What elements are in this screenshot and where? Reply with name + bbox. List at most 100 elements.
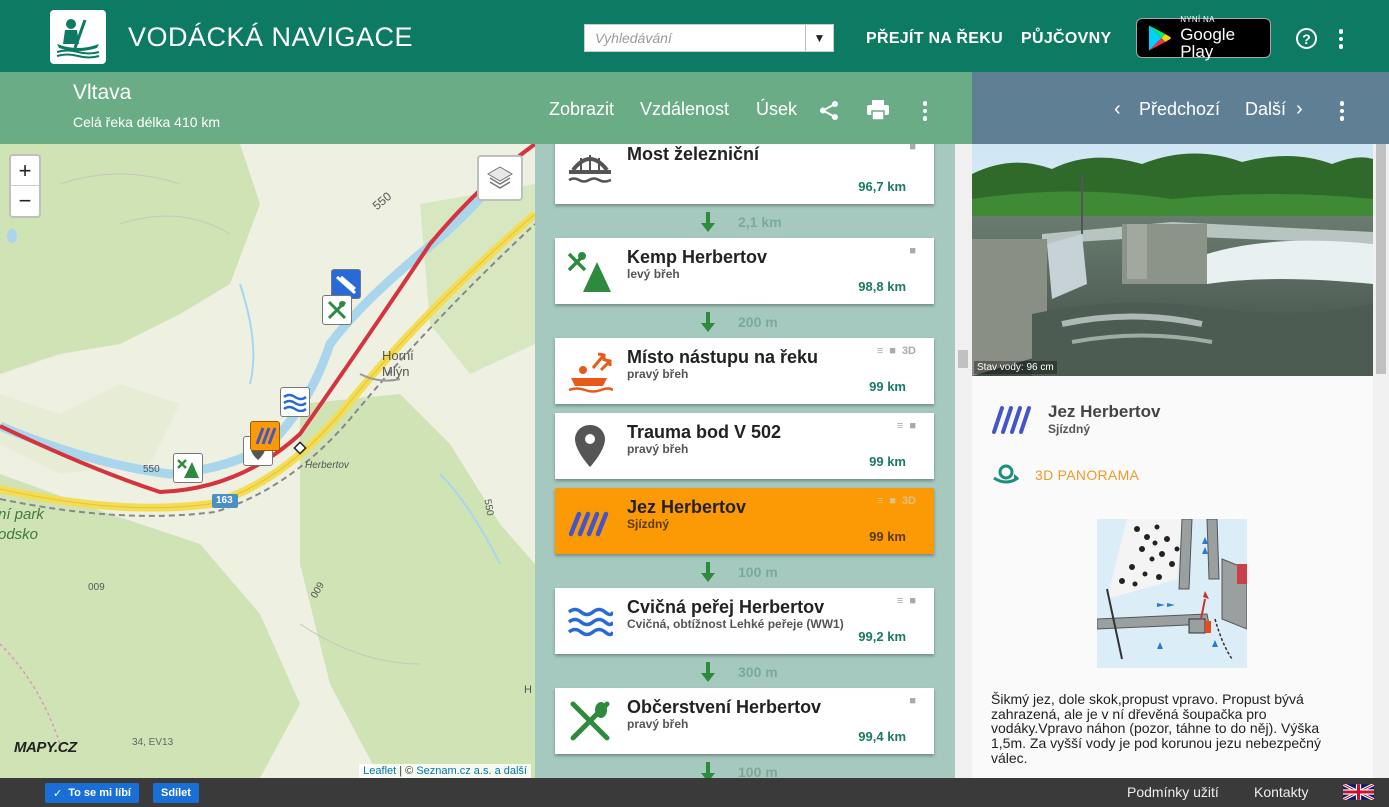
list-item-rapids[interactable]: Cvičná peřej Herbertov Cvičná, obtížnost… <box>555 588 934 654</box>
gap-distance: 200 m <box>738 314 778 330</box>
river-length: Celá řeka délka 410 km <box>73 114 221 130</box>
map-marker-camp[interactable] <box>173 453 203 483</box>
check-icon: ✓ <box>53 787 63 800</box>
uk-flag-icon[interactable] <box>1343 784 1374 800</box>
nav-goto-river[interactable]: PŘEJÍT NA ŘEKU <box>866 30 1003 48</box>
list-item-sub: Cvičná, obtížnost Lehké peřeje (WW1) <box>627 617 844 631</box>
facebook-like-button[interactable]: ✓ To se mi líbí <box>45 783 139 803</box>
camera-icon: ■ <box>909 695 916 707</box>
weir-photo[interactable]: Stav vody: 96 cm <box>972 144 1373 376</box>
layers-icon <box>487 166 513 189</box>
search-input[interactable] <box>585 25 805 51</box>
top-bar: VODÁCKÁ NAVIGACE ▼ PŘEJÍT NA ŘEKU PŮJČOV… <box>0 0 1389 72</box>
camera-icon: ■ <box>909 420 916 432</box>
weir-icon <box>568 511 609 537</box>
weir-icon <box>992 406 1031 434</box>
distance-button[interactable]: Vzdálenost <box>640 99 729 120</box>
detail-more-icon[interactable] <box>1339 101 1345 121</box>
list-gap: 100 m <box>555 754 934 778</box>
list-item-km: 99,2 km <box>858 629 906 644</box>
map-attribution: Leaflet | © Seznam.cz a.s. a další <box>359 764 531 778</box>
mapy-cz-logo[interactable]: MAPY.CZ <box>14 739 77 756</box>
arrow-down-icon <box>701 562 715 582</box>
text-icon: ≡ <box>896 595 904 607</box>
list-item-km: 99,4 km <box>858 729 906 744</box>
map-label-herbertov: Herbertov <box>305 460 349 471</box>
seznam-link[interactable]: Seznam.cz a.s. a další <box>416 765 527 777</box>
zoom-control: + − <box>9 154 41 218</box>
section-button[interactable]: Úsek <box>756 99 797 120</box>
app-logo[interactable] <box>50 10 106 64</box>
food-icon <box>327 300 347 320</box>
list-item-launch[interactable]: Místo nástupu na řeku pravý břeh 99 km ≡… <box>555 338 934 404</box>
map-marker-food[interactable] <box>322 295 352 325</box>
google-play-badge[interactable]: NYNÍ NA Google Play <box>1136 15 1271 60</box>
share-icon[interactable] <box>819 100 840 121</box>
map[interactable]: 550 Horní Mlýn Herbertov ní park odsko 5… <box>0 144 535 778</box>
facebook-share-button[interactable]: Sdílet <box>153 783 199 803</box>
list-item-km: 96,7 km <box>858 179 906 194</box>
zoom-in-button[interactable]: + <box>11 156 39 186</box>
zoom-out-button[interactable]: − <box>11 186 39 216</box>
map-marker-diamond[interactable] <box>293 441 307 455</box>
detail-description: Šikmý jez, dole skok,propust vpravo. Pro… <box>991 691 1321 766</box>
list-item-sub: Sjízdný <box>627 517 670 531</box>
list-item-km: 99 km <box>869 529 906 544</box>
list-scrollbar[interactable] <box>955 144 972 778</box>
list-item-food[interactable]: Občerstvení Herbertov pravý břeh 99,4 km… <box>555 688 934 754</box>
food-icon <box>570 701 610 741</box>
list-item-title: Místo nástupu na řeku <box>627 347 819 367</box>
search-box[interactable]: ▼ <box>584 24 834 52</box>
camera-icon: ■ <box>909 144 916 153</box>
detail-subtitle: Sjízdný <box>1048 422 1091 436</box>
location-pin-icon <box>575 425 605 467</box>
show-button[interactable]: Zobrazit <box>549 99 614 120</box>
list-item-weir-active[interactable]: Jez Herbertov Sjízdný 99 km ≡ ■ 3D <box>555 488 934 554</box>
panorama-3d-link[interactable]: 3D PANORAMA <box>1035 467 1139 483</box>
map-marker-rapids[interactable] <box>280 387 310 417</box>
caret-down-icon: ▼ <box>813 31 826 45</box>
panorama-3d-icon[interactable] <box>992 464 1020 486</box>
camp-icon <box>567 252 611 292</box>
weir-diagram[interactable] <box>1097 519 1247 668</box>
help-icon[interactable]: ? <box>1296 28 1317 49</box>
3d-tag: 3D <box>901 345 916 357</box>
list-item-bridge[interactable]: Most železniční 96,7 km ■ <box>555 144 934 204</box>
list-item-trauma[interactable]: Trauma bod V 502 pravý břeh 99 km ≡ ■ <box>555 413 934 479</box>
list-item-camp[interactable]: Kemp Herbertov levý břeh 98,8 km ■ <box>555 238 934 304</box>
header-more-icon[interactable] <box>1338 29 1344 49</box>
map-label-place: Mlýn <box>382 364 410 379</box>
search-dropdown-button[interactable]: ▼ <box>805 25 833 51</box>
google-play-icon <box>1148 25 1171 51</box>
map-label-park: odsko <box>0 526 39 543</box>
map-marker-selected-weir[interactable] <box>250 421 280 451</box>
water-level-caption: Stav vody: 96 cm <box>974 361 1057 374</box>
app-title[interactable]: VODÁCKÁ NAVIGACE <box>128 22 413 53</box>
chevron-right-icon[interactable]: › <box>1296 98 1303 121</box>
list-gap: 300 m <box>555 654 934 688</box>
terms-link[interactable]: Podmínky užití <box>1127 784 1219 800</box>
leaflet-link[interactable]: Leaflet <box>363 765 396 777</box>
gplay-small-text: NYNÍ NA <box>1180 15 1215 24</box>
previous-button[interactable]: Předchozí <box>1139 99 1220 120</box>
map-label-elevation: 600 <box>88 580 105 591</box>
river-more-icon[interactable] <box>922 101 928 121</box>
bridge-icon <box>568 155 612 183</box>
nav-rentals[interactable]: PŮJČOVNY <box>1021 30 1111 48</box>
list-item-sub: pravý břeh <box>627 367 689 381</box>
river-bar: Vltava Celá řeka délka 410 km Zobrazit V… <box>0 72 972 144</box>
contacts-link[interactable]: Kontakty <box>1254 784 1308 800</box>
list-scrollbar-thumb[interactable] <box>958 350 968 368</box>
list-gap: 100 m <box>555 554 934 588</box>
text-icon: ≡ <box>896 420 904 432</box>
next-button[interactable]: Další <box>1245 99 1286 120</box>
layers-button[interactable] <box>477 155 523 201</box>
detail-scrollbar[interactable] <box>1373 144 1389 778</box>
gap-distance: 300 m <box>738 664 778 680</box>
text-icon: ≡ <box>876 345 884 357</box>
print-icon[interactable] <box>867 100 889 120</box>
list-item-title: Trauma bod V 502 <box>627 422 782 442</box>
detail-title: Jez Herbertov <box>1048 402 1161 421</box>
detail-scrollbar-thumb[interactable] <box>1376 144 1386 374</box>
chevron-left-icon[interactable]: ‹ <box>1114 98 1121 121</box>
